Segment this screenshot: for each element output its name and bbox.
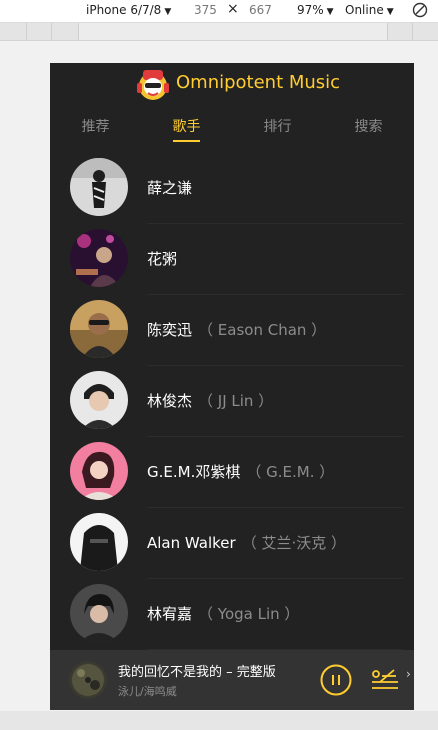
viewport-width-input[interactable]: 375 [194, 3, 217, 17]
pause-button[interactable] [320, 664, 352, 696]
viewport-bottom [0, 711, 438, 730]
viewport-height-input[interactable]: 667 [249, 3, 272, 17]
singer-alias: （ 艾兰·沃克 ） [241, 534, 346, 552]
singer-row[interactable]: Alan Walker （ 艾兰·沃克 ） [50, 512, 414, 582]
singer-alias: （ Eason Chan ） [198, 321, 327, 339]
row-divider [147, 223, 403, 224]
singer-text: 陈奕迅 （ Eason Chan ） [147, 319, 326, 340]
row-divider [147, 507, 403, 508]
tab-label: 歌手 [172, 119, 201, 135]
zoom-select[interactable]: 97% ▼ [297, 3, 334, 17]
song-artist: 泳儿/海鸣威 [118, 685, 177, 698]
network-throttle-select[interactable]: Online ▼ [345, 3, 394, 17]
tab-bar: 推荐 歌手 排行 搜索 [50, 107, 414, 151]
chevron-right-icon: › [406, 667, 411, 681]
singer-row[interactable]: 花粥 [50, 228, 414, 298]
singer-text: 薛之谦 [147, 177, 198, 198]
tab-label: 推荐 [81, 119, 110, 135]
app-title: Omnipotent Music [176, 72, 341, 93]
rotate-icon[interactable] [412, 2, 428, 21]
phone-viewport: Omnipotent Music 推荐 歌手 排行 搜索 薛之谦 花粥 陈奕迅 … [50, 63, 414, 710]
tab-rank[interactable]: 排行 [232, 107, 323, 151]
device-toolbar: iPhone 6/7/8 ▼ 375 × 667 97% ▼ Online ▼ [0, 0, 438, 23]
pause-icon [320, 664, 352, 696]
singer-row[interactable]: 薛之谦 [50, 157, 414, 227]
singer-avatar [70, 158, 128, 216]
song-title: 我的回忆不是我的 – 完整版 [118, 665, 276, 680]
singer-name: 花粥 [147, 250, 178, 268]
tab-label: 搜索 [354, 119, 383, 135]
singer-alias: （ JJ Lin ） [198, 392, 274, 410]
singer-name: 林宥嘉 [147, 605, 193, 623]
singer-text: Alan Walker （ 艾兰·沃克 ） [147, 532, 346, 553]
singer-row[interactable]: 林宥嘉 （ Yoga Lin ） [50, 583, 414, 653]
row-divider [147, 294, 403, 295]
singer-avatar [70, 300, 128, 358]
singer-row[interactable]: G.E.M.邓紫棋 （ G.E.M. ） [50, 441, 414, 511]
row-divider [147, 365, 403, 366]
singer-avatar [70, 229, 128, 287]
dimension-separator: × [227, 1, 239, 17]
tab-label: 排行 [263, 119, 292, 135]
singer-avatar [70, 584, 128, 642]
playlist-icon [372, 669, 398, 689]
singer-name: G.E.M.邓紫棋 [147, 463, 241, 481]
album-cover [69, 661, 107, 699]
singer-text: 林宥嘉 （ Yoga Lin ） [147, 603, 299, 624]
app-header: Omnipotent Music [50, 63, 414, 107]
singer-name: Alan Walker [147, 534, 236, 552]
singer-name: 陈奕迅 [147, 321, 193, 339]
singer-avatar [70, 371, 128, 429]
active-tab-indicator [173, 140, 200, 142]
app-logo-icon [136, 67, 170, 103]
row-divider [147, 436, 403, 437]
playlist-button[interactable] [368, 664, 400, 696]
device-select[interactable]: iPhone 6/7/8 ▼ [86, 3, 171, 17]
row-divider [147, 578, 403, 579]
singer-text: 林俊杰 （ JJ Lin ） [147, 390, 273, 411]
singer-text: 花粥 [147, 248, 183, 269]
singer-alias: （ G.E.M. ） [246, 463, 335, 481]
singer-row[interactable]: 陈奕迅 （ Eason Chan ） [50, 299, 414, 369]
singer-name: 薛之谦 [147, 179, 193, 197]
singer-row[interactable]: 林俊杰 （ JJ Lin ） [50, 370, 414, 440]
singer-alias: （ Yoga Lin ） [198, 605, 300, 623]
tab-recommend[interactable]: 推荐 [50, 107, 141, 151]
media-query-ruler [0, 23, 438, 41]
mini-player[interactable]: 我的回忆不是我的 – 完整版 泳儿/海鸣威 › [50, 650, 414, 710]
singer-avatar [70, 442, 128, 500]
singer-avatar [70, 513, 128, 571]
tab-search[interactable]: 搜索 [323, 107, 414, 151]
tab-singer[interactable]: 歌手 [141, 107, 232, 151]
singer-name: 林俊杰 [147, 392, 193, 410]
singer-text: G.E.M.邓紫棋 （ G.E.M. ） [147, 461, 334, 482]
